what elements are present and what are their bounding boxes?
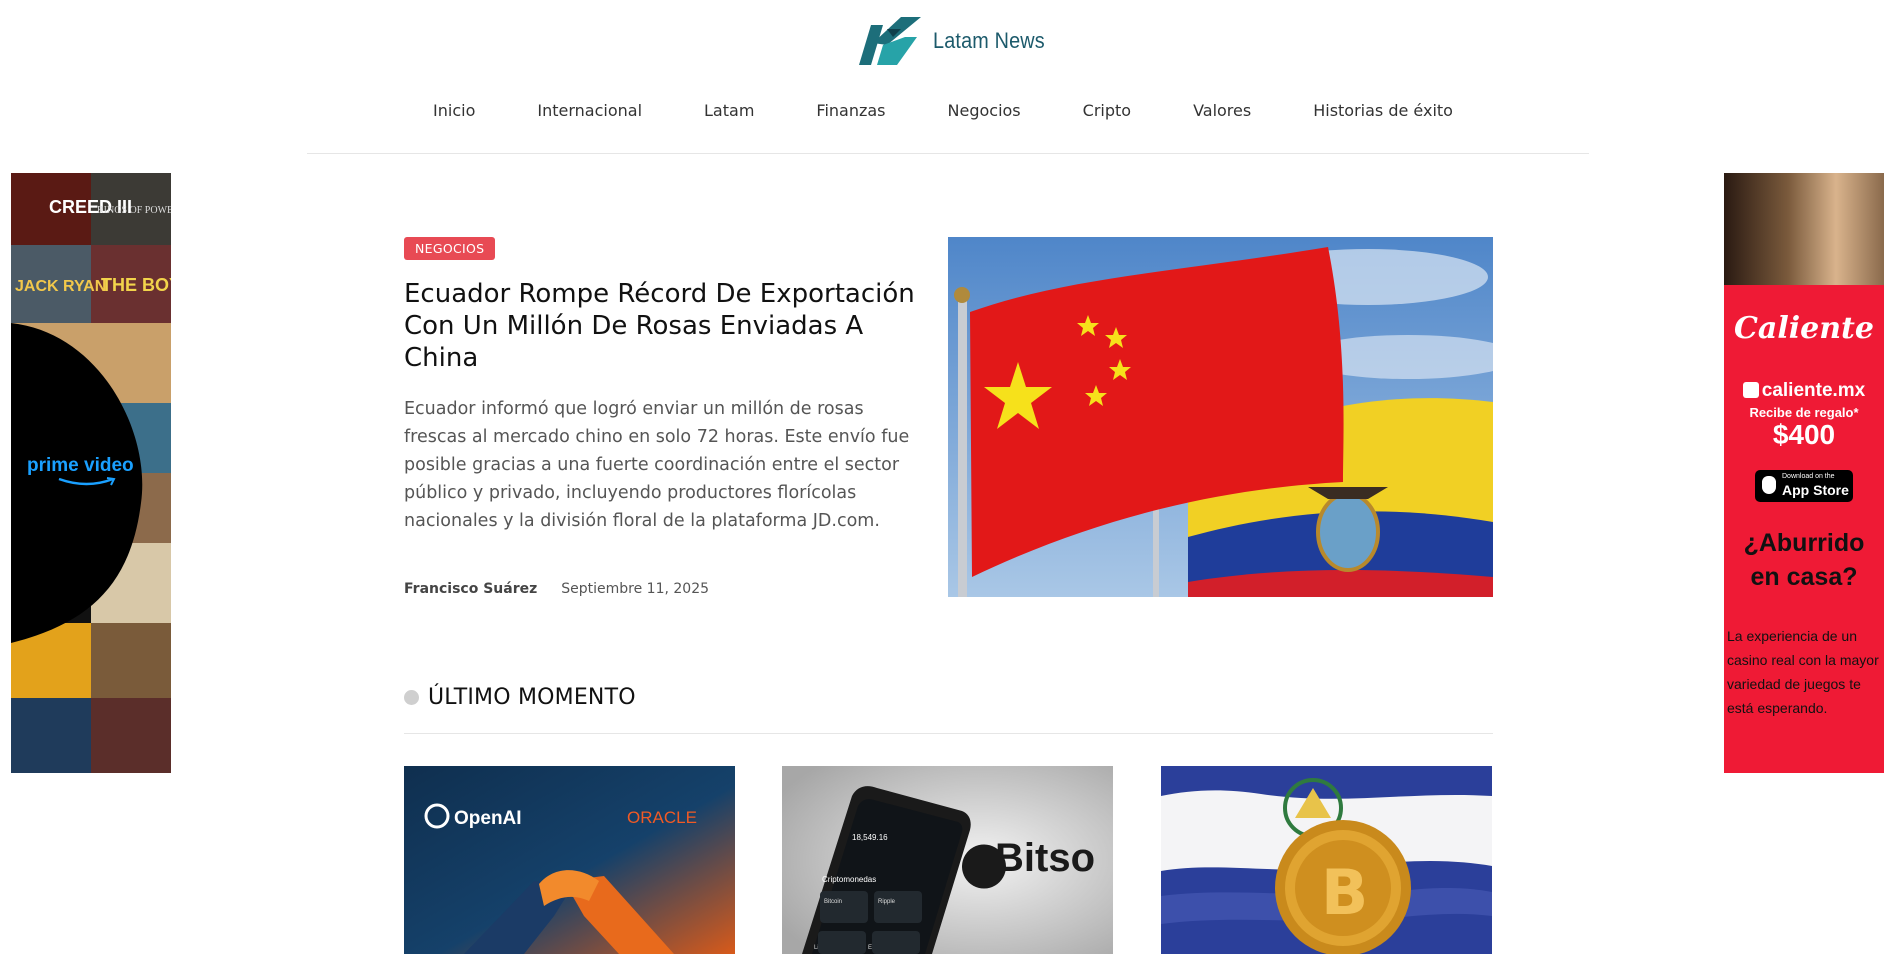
site-logo[interactable]: Latam News (857, 15, 1057, 67)
news-card-el-salvador-bitcoin[interactable]: B (1161, 766, 1492, 954)
section-divider (404, 733, 1493, 734)
nav-item-cripto[interactable]: Cripto (1052, 101, 1162, 120)
featured-excerpt: Ecuador informó que logró enviar un mill… (404, 399, 910, 531)
svg-text:RINGS OF POWER: RINGS OF POWER (97, 205, 171, 216)
news-card-openai-oracle[interactable]: OpenAI ORACLE (404, 766, 735, 954)
ad-headline-1: ¿Aburrido (1743, 529, 1865, 557)
category-badge[interactable]: NEGOCIOS (404, 237, 496, 260)
openai-oracle-thumbnail: OpenAI ORACLE (404, 766, 735, 954)
author-name[interactable]: Francisco Suárez (404, 581, 537, 597)
caliente-site: caliente.mx (1724, 380, 1884, 402)
nav-item-internacional[interactable]: Internacional (506, 101, 673, 120)
prime-smile-icon (58, 477, 116, 486)
nav-item-valores[interactable]: Valores (1162, 101, 1282, 120)
svg-text:JACK RYAN: JACK RYAN (15, 278, 106, 295)
nav-divider (307, 153, 1589, 154)
offer-line: Recibe de regalo* (1749, 405, 1859, 420)
logo-text: Latam News (933, 28, 1045, 53)
ad-top-photo (1724, 173, 1884, 285)
nav-item-latam[interactable]: Latam (673, 101, 785, 120)
ad-body: La experiencia de un casino real con la … (1727, 628, 1879, 716)
svg-text:Bitso: Bitso (995, 836, 1095, 880)
ad-banner-left[interactable]: CREED III RINGS OF POWER JACK RYAN THE B… (11, 173, 171, 773)
app-store-button[interactable]: Download on the App Store (1755, 470, 1853, 502)
nav-item-inicio[interactable]: Inicio (402, 101, 506, 120)
featured-title[interactable]: Ecuador Rompe Récord De Exportación Con … (404, 278, 924, 374)
publish-date: Septiembre 11, 2025 (561, 581, 710, 597)
salvador-bitcoin-thumbnail: B (1161, 766, 1492, 954)
main-nav: Inicio Internacional Latam Finanzas Nego… (0, 101, 1894, 120)
svg-text:B: B (1321, 856, 1368, 929)
offer-amount: $400 (1772, 419, 1836, 450)
ad-headline-2: en casa? (1750, 563, 1858, 591)
logo-mark-icon (859, 17, 921, 65)
svg-text:Criptomonedas: Criptomonedas (822, 875, 876, 884)
latest-section-title: ÚLTIMO MOMENTO (428, 685, 636, 710)
flags-illustration (948, 237, 1493, 597)
news-card-bitso[interactable]: 18,549.16 Criptomonedas Bitcoin Ripple L… (782, 766, 1113, 954)
svg-text:OpenAI: OpenAI (454, 808, 522, 829)
caliente-c-icon (1742, 382, 1759, 398)
svg-text:18,549.16: 18,549.16 (852, 833, 888, 842)
featured-meta: Francisco Suárez Septiembre 11, 2025 (404, 581, 709, 597)
nav-item-finanzas[interactable]: Finanzas (785, 101, 916, 120)
bitso-thumbnail: 18,549.16 Criptomonedas Bitcoin Ripple L… (782, 766, 1113, 954)
caliente-logo: Caliente (1734, 311, 1874, 346)
ad-banner-right[interactable]: Caliente caliente.mx Recibe de regalo* $… (1724, 173, 1884, 773)
svg-text:Ripple: Ripple (878, 899, 896, 905)
svg-text:ORACLE: ORACLE (627, 808, 697, 827)
nav-item-historias[interactable]: Historias de éxito (1282, 101, 1484, 120)
prime-video-logo: prime video (27, 455, 134, 487)
apple-icon (1762, 476, 1776, 494)
svg-text:Bitcoin: Bitcoin (824, 899, 842, 905)
featured-image[interactable] (948, 237, 1493, 597)
nav-item-negocios[interactable]: Negocios (917, 101, 1052, 120)
section-dot-icon (404, 690, 419, 705)
latest-section-header: ÚLTIMO MOMENTO (404, 685, 636, 710)
svg-text:THE BOYS: THE BOYS (101, 275, 171, 295)
